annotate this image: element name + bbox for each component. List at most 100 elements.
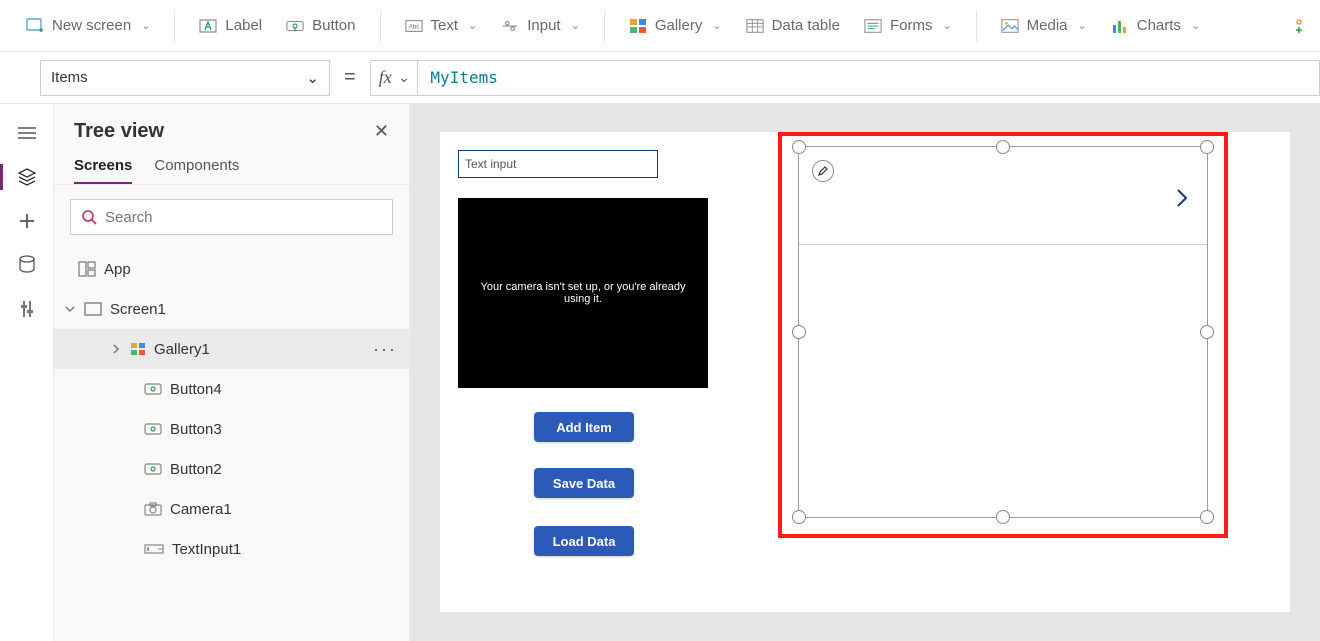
hamburger-icon[interactable] xyxy=(16,122,38,144)
resize-handle[interactable] xyxy=(996,510,1010,524)
text-button[interactable]: Abc Text ⌄ xyxy=(395,11,488,41)
canvas-screen1[interactable]: Your camera isn't set up, or you're alre… xyxy=(440,132,1290,612)
text-icon: Abc xyxy=(405,17,423,35)
ribbon-separator xyxy=(380,10,381,42)
tab-components[interactable]: Components xyxy=(154,149,239,184)
tree-item-label: Screen1 xyxy=(110,301,166,318)
search-input[interactable] xyxy=(105,209,382,226)
camera-icon xyxy=(144,502,162,516)
chevron-down-icon: ⌄ xyxy=(571,19,580,32)
tree-item-button4[interactable]: Button4 xyxy=(54,369,409,409)
screen-icon xyxy=(84,302,102,316)
forms-button[interactable]: Forms ⌄ xyxy=(854,11,962,41)
canvas-area: Your camera isn't set up, or you're alre… xyxy=(410,104,1320,641)
media-icon xyxy=(1001,17,1019,35)
tree-list: App Screen1 Gallery1 ··· xyxy=(54,249,409,641)
chevron-down-icon: ⌄ xyxy=(306,69,319,87)
close-icon[interactable]: ✕ xyxy=(374,121,389,142)
label-icon xyxy=(199,17,217,35)
search-icon xyxy=(81,209,97,225)
tree-item-label: TextInput1 xyxy=(172,541,241,558)
fx-label: fx xyxy=(379,67,392,88)
insert-ribbon: New screen ⌄ Label Button Abc Text ⌄ xyxy=(0,0,1320,52)
input-label: Input xyxy=(527,17,560,34)
resize-handle[interactable] xyxy=(1200,140,1214,154)
add-more-button[interactable] xyxy=(1286,19,1312,33)
chevron-down-icon: ⌄ xyxy=(1078,19,1087,32)
gallery1-control[interactable] xyxy=(798,146,1208,518)
resize-handle[interactable] xyxy=(792,510,806,524)
tab-screens[interactable]: Screens xyxy=(74,149,132,184)
text-label: Text xyxy=(431,17,459,34)
tree-item-label: Gallery1 xyxy=(154,341,210,358)
more-options-icon[interactable]: ··· xyxy=(373,339,397,360)
forms-label: Forms xyxy=(890,17,933,34)
formula-input[interactable] xyxy=(418,60,1320,96)
tree-item-button2[interactable]: Button2 xyxy=(54,449,409,489)
resize-handle[interactable] xyxy=(792,140,806,154)
insert-rail-button[interactable] xyxy=(16,210,38,232)
media-label: Media xyxy=(1027,17,1068,34)
gallery-template-row[interactable] xyxy=(799,147,1207,245)
button-icon xyxy=(144,422,162,436)
media-button[interactable]: Media ⌄ xyxy=(991,11,1097,41)
tree-view-title: Tree view xyxy=(74,120,164,143)
forms-icon xyxy=(864,17,882,35)
textinput-icon xyxy=(144,542,164,556)
tree-view-panel: Tree view ✕ Screens Components App xyxy=(54,104,410,641)
charts-label: Charts xyxy=(1137,17,1181,34)
tools-rail-button[interactable] xyxy=(16,298,38,320)
button-button[interactable]: Button xyxy=(276,11,365,41)
gallery-icon xyxy=(629,17,647,35)
resize-handle[interactable] xyxy=(792,325,806,339)
load-data-button[interactable]: Load Data xyxy=(534,526,634,556)
button-label: Button xyxy=(312,17,355,34)
charts-icon xyxy=(1111,17,1129,35)
fx-button[interactable]: fx ⌄ xyxy=(370,60,419,96)
camera1-control[interactable]: Your camera isn't set up, or you're alre… xyxy=(458,198,708,388)
chevron-down-icon: ⌄ xyxy=(141,19,150,32)
svg-text:Abc: Abc xyxy=(408,23,419,30)
formula-bar: Items ⌄ = fx ⌄ xyxy=(0,52,1320,104)
tree-item-screen1[interactable]: Screen1 xyxy=(54,289,409,329)
search-box[interactable] xyxy=(70,199,393,235)
resize-handle[interactable] xyxy=(1200,510,1214,524)
save-data-button[interactable]: Save Data xyxy=(534,468,634,498)
ribbon-separator xyxy=(604,10,605,42)
resize-handle[interactable] xyxy=(996,140,1010,154)
property-selector[interactable]: Items ⌄ xyxy=(40,60,330,96)
charts-button[interactable]: Charts ⌄ xyxy=(1101,11,1210,41)
datatable-button[interactable]: Data table xyxy=(736,11,850,41)
new-screen-button[interactable]: New screen ⌄ xyxy=(16,11,160,41)
input-icon xyxy=(501,17,519,35)
label-label: Label xyxy=(225,17,262,34)
tree-item-label: Button2 xyxy=(170,461,222,478)
tree-item-label: Camera1 xyxy=(170,501,232,518)
equals-sign: = xyxy=(344,66,356,89)
tree-view-rail-button[interactable] xyxy=(16,166,38,188)
input-button[interactable]: Input ⌄ xyxy=(491,11,590,41)
gallery-button[interactable]: Gallery ⌄ xyxy=(619,11,732,41)
tree-item-label: Button4 xyxy=(170,381,222,398)
button-icon xyxy=(144,382,162,396)
label-button[interactable]: Label xyxy=(189,11,272,41)
tree-item-gallery1[interactable]: Gallery1 ··· xyxy=(54,329,409,369)
tree-item-button3[interactable]: Button3 xyxy=(54,409,409,449)
chevron-down-icon: ⌄ xyxy=(712,19,721,32)
data-table-icon xyxy=(746,17,764,35)
tree-item-label: App xyxy=(104,261,131,278)
data-rail-button[interactable] xyxy=(16,254,38,276)
resize-handle[interactable] xyxy=(1200,325,1214,339)
ribbon-separator xyxy=(976,10,977,42)
tree-item-app[interactable]: App xyxy=(54,249,409,289)
chevron-right-icon xyxy=(110,343,122,355)
ribbon-separator xyxy=(174,10,175,42)
textinput1-control[interactable] xyxy=(458,150,658,178)
add-item-button[interactable]: Add Item xyxy=(534,412,634,442)
selection-highlight xyxy=(778,132,1228,538)
camera-message: Your camera isn't set up, or you're alre… xyxy=(472,281,694,305)
tree-item-camera1[interactable]: Camera1 xyxy=(54,489,409,529)
gallery-icon xyxy=(130,342,146,356)
left-rail xyxy=(0,104,54,641)
tree-item-textinput1[interactable]: TextInput1 xyxy=(54,529,409,569)
